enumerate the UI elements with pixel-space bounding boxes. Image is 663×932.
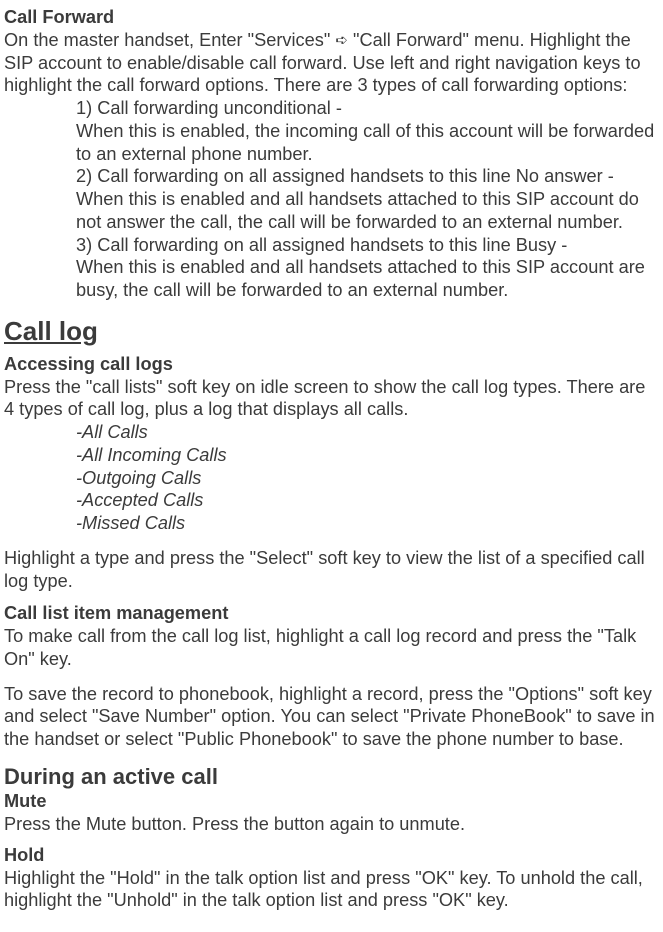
call-list-mgmt-body-2: To save the record to phonebook, highlig… — [4, 683, 659, 751]
heading-during-active-call: During an active call — [4, 763, 659, 791]
option-3-body: When this is enabled and all handsets at… — [76, 256, 659, 302]
heading-call-list-mgmt: Call list item management — [4, 602, 659, 625]
intro-part-1: On the master handset, Enter "Services" — [4, 30, 335, 50]
heading-call-forward: Call Forward — [4, 6, 659, 29]
list-item: -All Incoming Calls — [76, 444, 659, 467]
mute-body: Press the Mute button. Press the button … — [4, 813, 659, 836]
heading-mute: Mute — [4, 790, 659, 813]
list-item: -Accepted Calls — [76, 489, 659, 512]
arrow-icon: ➪ — [335, 32, 348, 49]
document-page: Call Forward On the master handset, Ente… — [0, 0, 663, 932]
heading-accessing-call-logs: Accessing call logs — [4, 353, 659, 376]
call-log-types-list: -All Calls -All Incoming Calls -Outgoing… — [4, 421, 659, 535]
option-1-body: When this is enabled, the incoming call … — [76, 120, 659, 166]
list-item: -Outgoing Calls — [76, 467, 659, 490]
option-1-title: 1) Call forwarding unconditional - — [76, 97, 659, 120]
accessing-call-logs-body: Press the "call lists" soft key on idle … — [4, 376, 659, 422]
option-2-title: 2) Call forwarding on all assigned hands… — [76, 165, 659, 188]
option-2-body: When this is enabled and all handsets at… — [76, 188, 659, 234]
list-item: -All Calls — [76, 421, 659, 444]
call-list-mgmt-body-1: To make call from the call log list, hig… — [4, 625, 659, 671]
call-forward-options: 1) Call forwarding unconditional - When … — [4, 97, 659, 302]
heading-call-log: Call log — [4, 316, 659, 347]
hold-body: Highlight the "Hold" in the talk option … — [4, 867, 659, 913]
heading-hold: Hold — [4, 844, 659, 867]
select-instruction: Highlight a type and press the "Select" … — [4, 547, 659, 593]
call-forward-intro: On the master handset, Enter "Services" … — [4, 29, 659, 97]
option-3-title: 3) Call forwarding on all assigned hands… — [76, 234, 659, 257]
list-item: -Missed Calls — [76, 512, 659, 535]
